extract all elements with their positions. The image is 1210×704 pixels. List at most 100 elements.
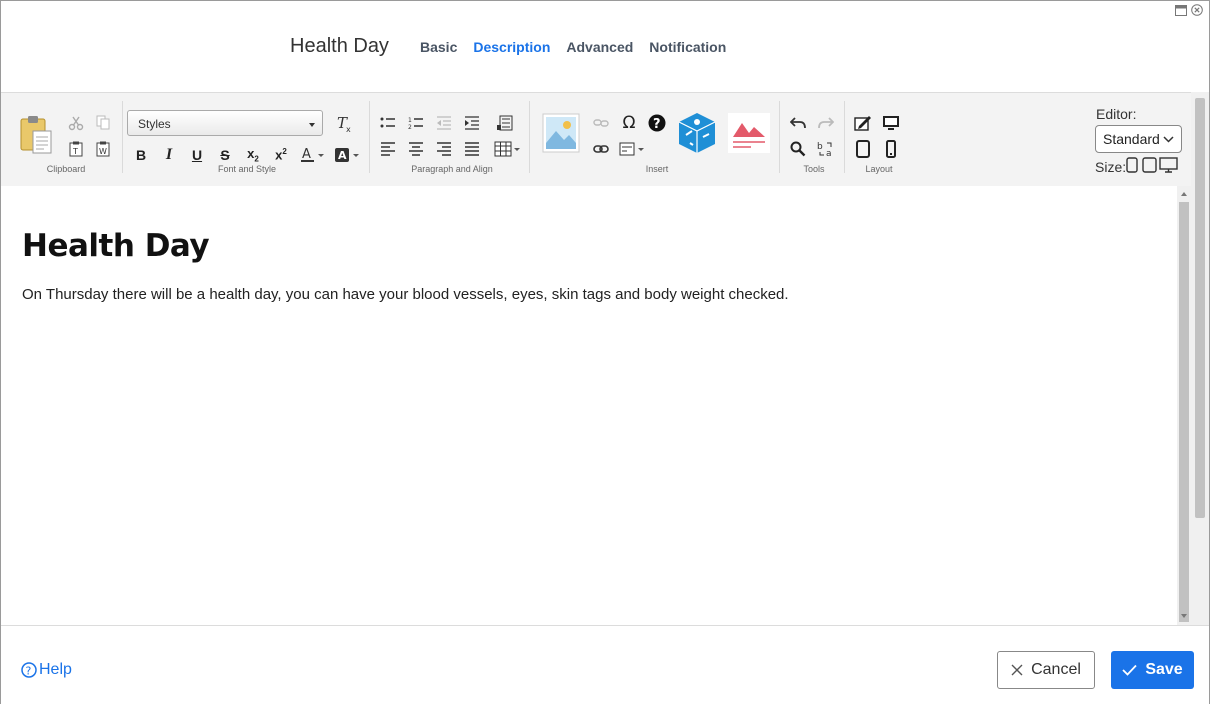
group-label-tools: Tools [803, 164, 825, 174]
insert-template-icon[interactable] [618, 138, 646, 160]
paste-text-icon[interactable]: T [65, 138, 87, 160]
cancel-label: Cancel [1031, 661, 1081, 678]
group-label-paragraph: Paragraph and Align [411, 164, 493, 174]
svg-text:W: W [99, 147, 107, 156]
cancel-button[interactable]: Cancel [997, 651, 1095, 689]
editor-content[interactable]: Health Day On Thursday there will be a h… [1, 186, 1177, 624]
unlink-icon[interactable] [590, 112, 612, 134]
save-button[interactable]: Save [1111, 651, 1194, 689]
size-large-icon[interactable] [1158, 156, 1178, 174]
tab-notification[interactable]: Notification [649, 39, 726, 55]
bulleted-list-icon[interactable] [377, 112, 399, 134]
dialog-footer: ? Help Cancel Save [1, 625, 1209, 704]
help-link[interactable]: ? Help [21, 661, 72, 679]
mobile-preview-icon[interactable] [880, 138, 902, 160]
italic-icon[interactable]: I [158, 144, 180, 166]
tab-basic[interactable]: Basic [420, 39, 457, 55]
window-controls [1175, 4, 1203, 16]
align-left-icon[interactable] [377, 138, 399, 160]
outer-scrollbar-thumb[interactable] [1195, 98, 1205, 518]
help-icon: ? [21, 662, 37, 678]
size-label: Size: [1095, 159, 1127, 175]
svg-text:A: A [338, 149, 347, 162]
special-character-icon[interactable]: Ω [618, 112, 640, 134]
close-icon [1011, 664, 1023, 676]
strikethrough-icon[interactable]: S [214, 144, 236, 166]
svg-text:?: ? [653, 117, 661, 132]
undo-icon[interactable] [787, 112, 809, 134]
svg-text:a: a [826, 149, 832, 157]
svg-text:2: 2 [408, 124, 412, 130]
subscript-icon[interactable]: x2 [242, 144, 264, 166]
help-label: Help [39, 661, 72, 678]
numbered-list-icon[interactable]: 12 [405, 112, 427, 134]
group-label-insert: Insert [645, 164, 669, 174]
outer-scrollbar[interactable] [1191, 92, 1209, 625]
outdent-icon[interactable] [433, 112, 455, 134]
styles-dropdown-label: Styles [138, 117, 171, 131]
link-icon[interactable] [590, 138, 612, 160]
tablet-preview-icon[interactable] [852, 138, 874, 160]
content-paragraph[interactable]: On Thursday there will be a health day, … [22, 286, 789, 303]
size-small-icon[interactable] [1125, 156, 1139, 174]
desktop-preview-icon[interactable] [880, 112, 902, 134]
svg-text:T: T [72, 147, 78, 156]
styles-dropdown[interactable]: Styles [127, 110, 323, 136]
tab-bar: Basic Description Advanced Notification [420, 39, 726, 55]
tab-advanced[interactable]: Advanced [566, 39, 633, 55]
table-icon[interactable] [494, 138, 522, 160]
svg-text:b: b [817, 142, 823, 152]
editor-scrollbar[interactable] [1177, 186, 1191, 625]
insert-image-icon[interactable] [542, 113, 580, 153]
toolbar-divider [369, 101, 370, 173]
svg-text:?: ? [26, 665, 32, 678]
toolbar-divider [844, 101, 845, 173]
size-medium-icon[interactable] [1141, 156, 1157, 174]
save-label: Save [1145, 661, 1183, 678]
remove-format-icon[interactable]: Tx [334, 113, 356, 135]
3d-cube-icon[interactable] [676, 111, 718, 155]
underline-icon[interactable]: U [186, 144, 208, 166]
toolbar-divider [529, 101, 530, 173]
toolbar-divider [779, 101, 780, 173]
paste-button[interactable] [18, 113, 54, 157]
scroll-down-icon[interactable] [1181, 614, 1187, 618]
content-heading[interactable]: Health Day [22, 228, 210, 264]
edit-source-icon[interactable] [852, 112, 874, 134]
superscript-icon[interactable]: x2 [270, 144, 292, 166]
find-icon[interactable] [787, 138, 809, 160]
background-color-icon[interactable]: A [334, 144, 362, 166]
editor-toolbar: T W Clipboard Styles Tx B I U S x2 x2 A … [1, 92, 1191, 187]
page-title: Health Day [290, 35, 389, 57]
scroll-up-icon[interactable] [1181, 192, 1187, 196]
group-label-layout: Layout [865, 164, 893, 174]
close-icon[interactable] [1191, 4, 1203, 16]
paste-word-icon[interactable]: W [92, 138, 114, 160]
maximize-icon[interactable] [1175, 4, 1187, 16]
bold-icon[interactable]: B [130, 144, 152, 166]
group-label-clipboard: Clipboard [46, 164, 86, 174]
svg-text:1: 1 [408, 117, 412, 124]
chevron-down-icon [309, 123, 315, 127]
replace-icon[interactable]: ba [815, 138, 837, 160]
show-blocks-icon[interactable] [494, 112, 516, 134]
text-color-icon[interactable]: A [300, 144, 326, 166]
check-icon [1122, 664, 1137, 676]
redo-icon[interactable] [815, 112, 837, 134]
help-circle-icon[interactable]: ? [646, 112, 668, 134]
copy-icon[interactable] [92, 111, 114, 133]
align-center-icon[interactable] [405, 138, 427, 160]
editor-mode-select[interactable]: Standard [1095, 125, 1182, 153]
editor-mode-value: Standard [1103, 131, 1160, 147]
cut-icon[interactable] [65, 112, 87, 134]
dialog: Health Day Basic Description Advanced No… [0, 0, 1210, 704]
align-right-icon[interactable] [433, 138, 455, 160]
group-label-font-style: Font and Style [217, 164, 277, 174]
chevron-down-icon [1163, 136, 1174, 143]
insert-chart-icon[interactable] [728, 113, 770, 153]
editor-label: Editor: [1096, 106, 1137, 122]
indent-icon[interactable] [461, 112, 483, 134]
justify-icon[interactable] [461, 138, 483, 160]
editor-scrollbar-thumb[interactable] [1179, 202, 1189, 622]
tab-description[interactable]: Description [473, 39, 550, 55]
